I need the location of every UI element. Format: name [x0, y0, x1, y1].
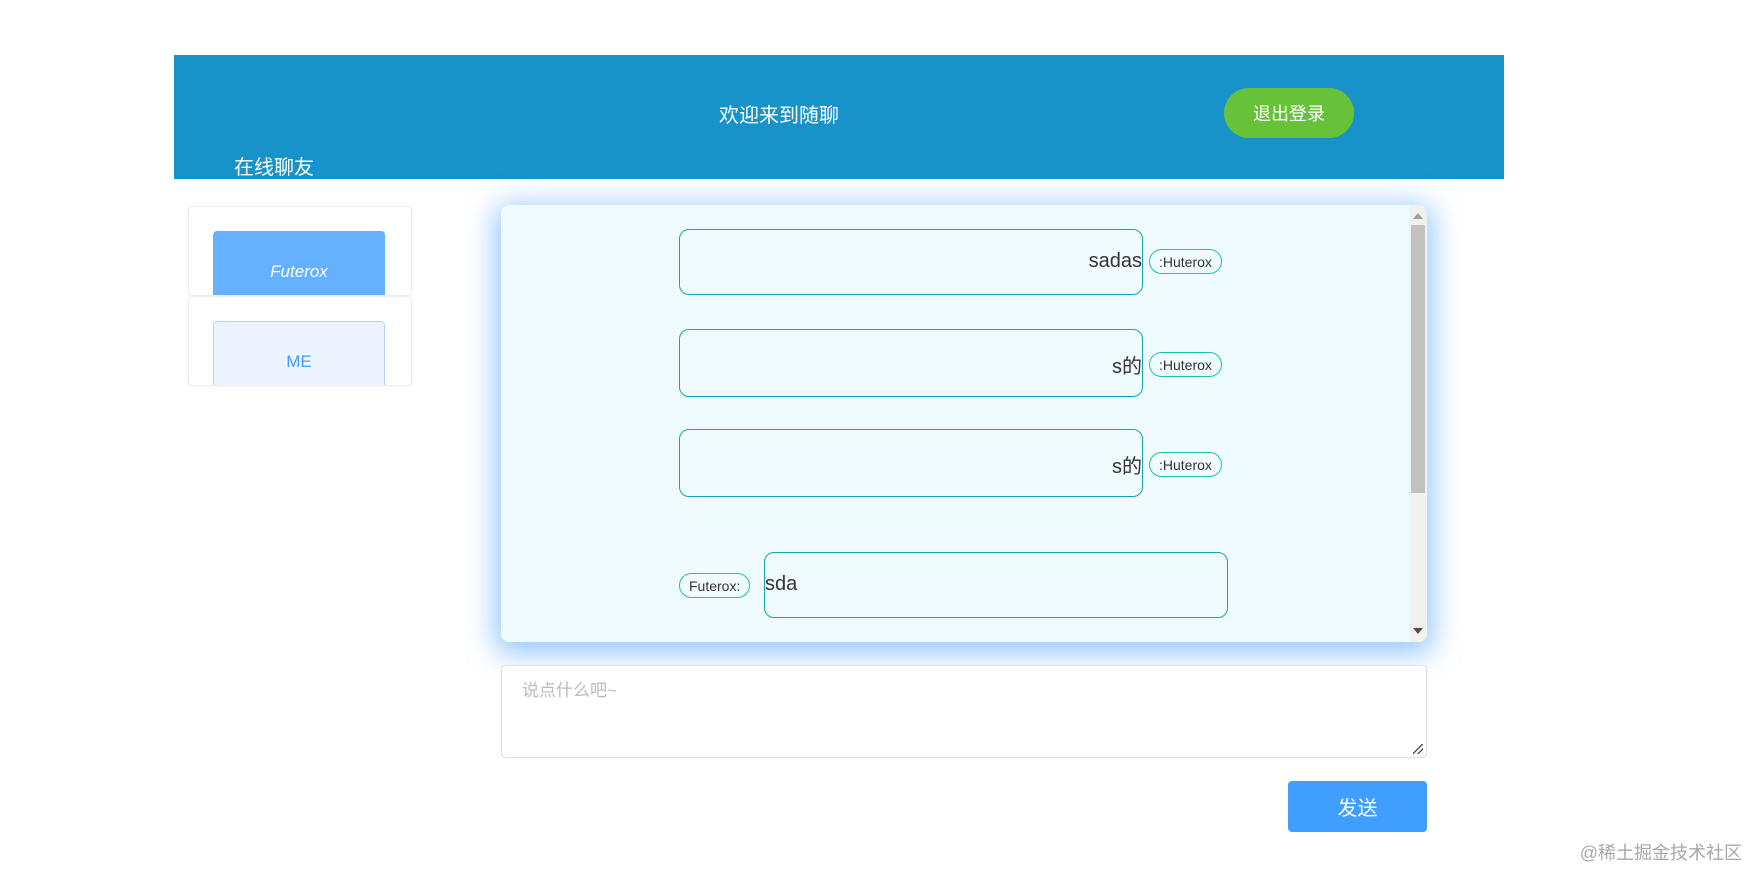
watermark: @稀土掘金技术社区 [1579, 843, 1742, 863]
message-text: s的 [1112, 356, 1142, 378]
message-bubble: s的 [679, 429, 1143, 497]
friend-button-me[interactable]: ME [213, 321, 385, 385]
message-bubble: s的 [679, 329, 1143, 397]
resize-handle-icon[interactable] [1413, 744, 1423, 754]
chat-scrollbar[interactable] [1409, 205, 1427, 642]
chat-message-panel[interactable]: sadas :Huterox s的 :Huterox s的 :Huterox F… [501, 205, 1427, 642]
sender-tag: :Huterox [1149, 352, 1222, 377]
chat-app: 欢迎来到随聊 退出登录 在线聊友 Futerox ME sadas :Huter… [0, 0, 1748, 871]
message-bubble: sadas [679, 229, 1143, 295]
online-friends-label: 在线聊友 [234, 157, 314, 179]
message-text: s的 [1112, 456, 1142, 478]
friend-button-futerox[interactable]: Futerox [213, 231, 385, 295]
message-bubble: sda [764, 552, 1228, 618]
top-header: 欢迎来到随聊 退出登录 在线聊友 [174, 55, 1504, 179]
logout-button[interactable]: 退出登录 [1224, 88, 1354, 138]
send-button[interactable]: 发送 [1288, 781, 1427, 832]
sender-tag: :Huterox [1149, 249, 1222, 274]
friend-card: Futerox [188, 206, 412, 296]
message-text: sadas [1088, 250, 1142, 272]
message-input[interactable] [501, 665, 1427, 758]
scroll-up-arrow-icon[interactable] [1413, 213, 1423, 219]
scroll-down-arrow-icon[interactable] [1413, 628, 1423, 634]
sender-tag: Futerox: [679, 573, 751, 598]
friend-card: ME [188, 296, 412, 386]
message-text: sda [765, 573, 798, 595]
scroll-thumb[interactable] [1411, 225, 1425, 493]
sender-tag: :Huterox [1149, 452, 1222, 477]
